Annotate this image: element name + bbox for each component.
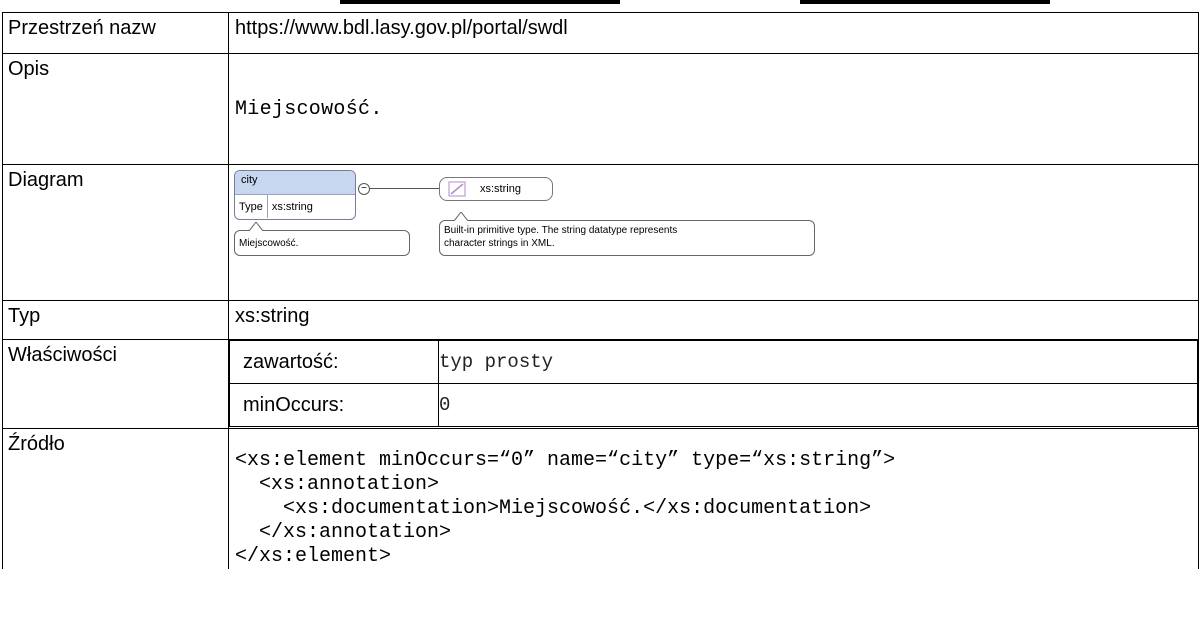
simple-type-icon (448, 181, 466, 197)
type-box[interactable]: xs:string (439, 177, 553, 201)
properties-label: Właściwości (2, 339, 229, 429)
type-doc-callout: Built-in primitive type. The string data… (439, 212, 815, 256)
type-doc-line-1: Built-in primitive type. The string data… (444, 225, 678, 236)
source-label: Źródło (2, 428, 229, 569)
type-box-label: xs:string (480, 183, 521, 195)
schema-diagram: city Type xs:string − xs:string Miejscow… (229, 165, 1198, 300)
element-doc-table: Przestrzeń nazw https://www.bdl.lasy.gov… (2, 12, 1199, 569)
collapse-icon[interactable]: − (358, 183, 370, 195)
type-doc-line-2: character strings in XML. (444, 238, 555, 249)
element-doc-callout: Miejscowość. (234, 222, 410, 256)
source-code: <xs:element minOccurs=“0” name=“city” ty… (235, 449, 896, 568)
element-box[interactable]: city Type xs:string (234, 170, 356, 220)
element-type-label: Type (239, 200, 263, 213)
top-fragment-line (800, 0, 1050, 4)
diagram-label: Diagram (2, 164, 229, 301)
element-doc-text: Miejscowość. (239, 238, 299, 249)
connector-line (370, 188, 440, 189)
properties-table: zawartość: typ prosty minOccurs: 0 (229, 340, 1198, 427)
namespace-label: Przestrzeń nazw (2, 12, 229, 54)
top-fragment-line (340, 0, 620, 4)
property-value: 0 (438, 383, 1198, 427)
type-label: Typ (2, 300, 229, 340)
type-value: xs:string (228, 300, 1199, 340)
property-key: minOccurs: (229, 383, 439, 427)
element-type-value: xs:string (266, 195, 317, 218)
element-name: city (235, 171, 355, 195)
property-key: zawartość: (229, 340, 439, 384)
description-label: Opis (2, 53, 229, 165)
property-value: typ prosty (438, 340, 1198, 384)
description-value: Miejscowość. (235, 98, 383, 121)
namespace-value: https://www.bdl.lasy.gov.pl/portal/swdl (228, 12, 1199, 54)
